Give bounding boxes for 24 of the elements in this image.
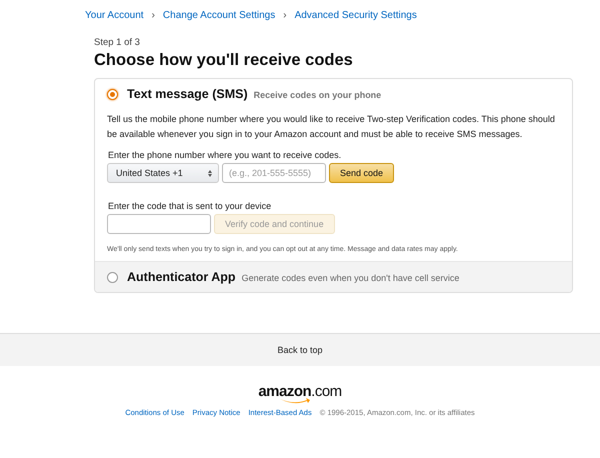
breadcrumb-separator: › [283, 10, 287, 20]
breadcrumb-link[interactable]: Change Account Settings [162, 10, 276, 20]
field-label: Enter the code that is sent to your device [108, 201, 272, 211]
smile-arrow-icon [279, 398, 311, 404]
field-label: Enter the phone number where you want to receive codes. [108, 150, 342, 160]
page-heading: Choose how you'll receive codes [94, 51, 354, 70]
step-indicator: Step 1 of 3 [94, 37, 141, 48]
option-title: Authenticator App [127, 270, 236, 284]
country-dropdown[interactable]: United States +1 [107, 163, 219, 183]
breadcrumb-separator: › [152, 10, 155, 20]
option-subtitle: Generate codes even when you don't have cell service [242, 273, 460, 283]
intro-text: Tell us the mobile phone number where you would like to receive Two-step Verification codes. This phone should be available whenever you sign in to your Amazon account and must be able to receive SMS messages. [107, 113, 556, 141]
updown-icon [208, 170, 212, 176]
radio-button[interactable] [107, 272, 118, 282]
code-field[interactable] [107, 214, 211, 234]
option-title: Text message (SMS) [127, 87, 248, 101]
logo-text: amazon.com [258, 384, 342, 400]
option-subtitle: Receive codes on your phone [254, 90, 382, 100]
back-to-top-link[interactable]: Back to top [277, 345, 323, 355]
radio-button[interactable] [107, 88, 118, 100]
breadcrumb-link[interactable]: Your Account [85, 10, 144, 20]
phone-field[interactable]: (e.g., 201-555-5555) [222, 163, 326, 183]
breadcrumb-link[interactable]: Advanced Security Settings [294, 10, 417, 20]
send-code-button[interactable]: Send code [329, 163, 394, 183]
